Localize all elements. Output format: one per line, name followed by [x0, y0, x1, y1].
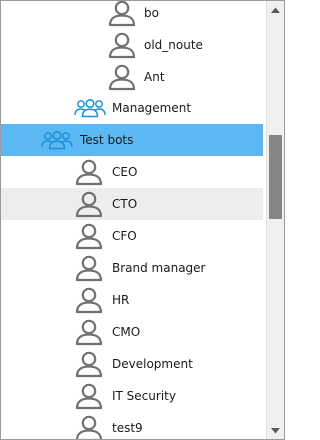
scroll-down-button[interactable]	[267, 422, 284, 439]
person-outline-icon	[74, 350, 104, 378]
tree-user-row[interactable]: CMO	[1, 316, 263, 348]
tree-item-label: Ant	[144, 70, 205, 84]
tree-user-row[interactable]: Ant	[1, 61, 263, 93]
person-outline-icon	[74, 382, 104, 410]
tree-item-label: Development	[112, 357, 193, 371]
arrow-up-icon	[271, 7, 280, 13]
tree-user-row[interactable]: IT Security	[1, 380, 263, 412]
vertical-scrollbar[interactable]	[266, 1, 284, 439]
tree-user-row[interactable]: old_noute	[1, 29, 263, 61]
person-outline-icon	[74, 318, 104, 346]
tree-user-row[interactable]: Brand manager	[1, 252, 263, 284]
tree-user-row[interactable]: test9	[1, 412, 263, 439]
group-people-icon	[74, 98, 106, 118]
person-outline-icon	[107, 31, 137, 59]
person-outline-icon	[74, 414, 104, 439]
tree-item-label: Management	[112, 101, 192, 115]
tree-user-row[interactable]: CTO	[1, 188, 263, 220]
scroll-thumb[interactable]	[269, 135, 282, 219]
person-outline-icon	[74, 286, 104, 314]
tree-item-label: IT Security	[112, 389, 176, 403]
tree-item-label: CTO	[112, 197, 138, 211]
person-outline-icon	[107, 1, 137, 27]
tree-group-row[interactable]: Test bots	[1, 124, 263, 156]
tree-user-row[interactable]: Development	[1, 348, 263, 380]
tree-group-row[interactable]: Management	[1, 92, 263, 124]
scroll-up-button[interactable]	[267, 1, 284, 18]
tree-user-row[interactable]: bo	[1, 1, 263, 29]
tree-item-label: old_noute	[144, 38, 203, 52]
tree-item-label: CMO	[112, 325, 141, 339]
arrow-down-icon	[271, 427, 280, 433]
person-outline-icon	[74, 158, 104, 186]
tree-item-label: CFO	[112, 229, 137, 243]
org-tree[interactable]: bo old_noute Ant Management Test bots CEO CTO C…	[1, 1, 263, 439]
tree-user-row[interactable]: CEO	[1, 156, 263, 188]
person-outline-icon	[74, 190, 104, 218]
person-outline-icon	[74, 254, 104, 282]
org-tree-panel: bo old_noute Ant Management Test bots CEO CTO C…	[0, 0, 285, 440]
tree-user-row[interactable]: HR	[1, 284, 263, 316]
tree-item-label: Brand manager	[112, 261, 206, 275]
tree-item-label: HR	[112, 293, 130, 307]
tree-user-row[interactable]: CFO	[1, 220, 263, 252]
tree-item-label: CEO	[112, 165, 138, 179]
group-people-icon	[41, 130, 73, 150]
person-outline-icon	[107, 63, 137, 91]
tree-item-label: test9	[112, 421, 143, 435]
person-outline-icon	[74, 222, 104, 250]
tree-item-label: bo	[144, 6, 199, 20]
tree-item-label: Test bots	[80, 133, 134, 147]
